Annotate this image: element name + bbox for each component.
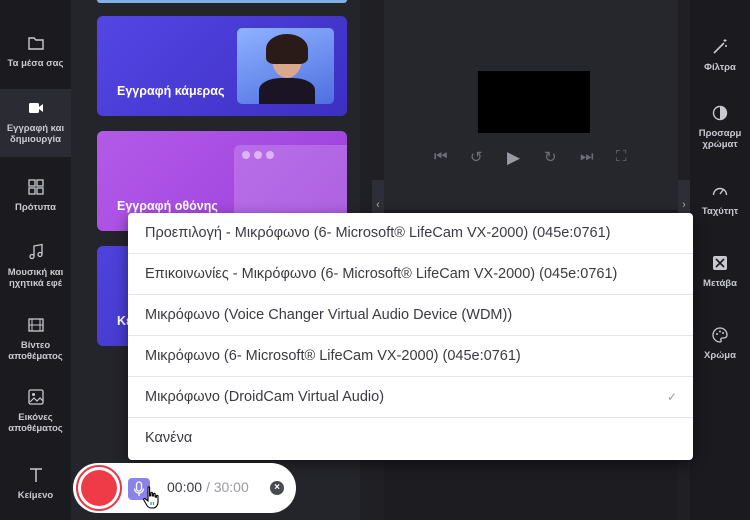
close-icon[interactable]: × (270, 481, 284, 495)
palette-icon (712, 327, 728, 343)
microphone-select-menu: Προεπιλογή - Μικρόφωνο (6- Microsoft® Li… (128, 213, 693, 460)
right-sidebar: Φίλτρα Προσαρμ χρώματ Ταχύτητ Μετάβα Χρώ… (690, 0, 750, 520)
checkmark-icon: ✓ (666, 390, 677, 404)
sidebar-item-label: Μουσική και ηχητικά εφέ (7, 267, 64, 289)
rewind-5-icon[interactable]: ↺ (470, 148, 483, 166)
camera-recording-label: Εγγραφή κάμερας (117, 84, 225, 98)
record-button[interactable] (76, 465, 122, 511)
playback-controls: ⏮ ↺ ▶ ↻ ⏭ ⛶ (434, 148, 634, 168)
sidebar-item-record-create[interactable]: Εγγραφή και δημιουργία (0, 89, 71, 157)
mic-option-label: Επικοινωνίες - Μικρόφωνο (6- Microsoft® … (145, 266, 618, 282)
camera-icon (28, 103, 43, 113)
sidebar-item-your-media[interactable]: Τα μέσα σας (0, 34, 71, 69)
sidebar-item-label: Πρότυπα (15, 202, 56, 213)
mic-option-label: Κανένα (145, 430, 193, 446)
mic-option-label: Μικρόφωνο (DroidCam Virtual Audio) (145, 389, 385, 405)
sidebar-item-label: Εικόνες αποθέματος (8, 412, 63, 434)
forward-5-icon[interactable]: ↻ (544, 148, 557, 166)
right-item-label: Προσαρμ χρώματ (698, 128, 742, 150)
left-sidebar: Τα μέσα σας Εγγραφή και δημιουργία Πρότυ… (0, 0, 71, 520)
mic-option-label: Μικρόφωνο (6- Microsoft® LifeCam VX-2000… (145, 348, 521, 364)
right-item-color-adjust[interactable]: Προσαρμ χρώματ (690, 104, 750, 150)
film-icon (27, 318, 44, 332)
sidebar-item-label: Βίντεο αποθέματος (8, 340, 63, 362)
mic-option[interactable]: Προεπιλογή - Μικρόφωνο (6- Microsoft® Li… (128, 213, 693, 254)
sidebar-item-label: Κείμενο (17, 490, 54, 501)
previous-card-edge (97, 0, 347, 3)
music-icon (28, 243, 43, 260)
mic-option[interactable]: Μικρόφωνο (Voice Changer Virtual Audio D… (128, 295, 693, 336)
contrast-icon (712, 105, 728, 121)
sidebar-item-label: Τα μέσα σας (7, 58, 64, 69)
play-icon[interactable]: ▶ (507, 148, 520, 168)
right-item-label: Μετάβα (703, 278, 737, 289)
preview-video (478, 71, 590, 133)
screen-recording-label: Εγγραφή οθόνης (117, 199, 218, 213)
right-item-filters[interactable]: Φίλτρα (690, 38, 750, 73)
fullscreen-icon[interactable]: ⛶ (616, 148, 627, 165)
sidebar-item-music[interactable]: Μουσική και ηχητικά εφέ (0, 243, 71, 289)
recording-timer: 00:00 / 30:00 (167, 479, 249, 495)
mic-option-none[interactable]: Κανένα (128, 418, 693, 459)
sidebar-item-templates[interactable]: Πρότυπα (0, 178, 71, 213)
sidebar-item-text[interactable]: Κείμενο (0, 466, 71, 501)
mic-option[interactable]: Επικοινωνίες - Μικρόφωνο (6- Microsoft® … (128, 254, 693, 295)
mic-option-label: Μικρόφωνο (Voice Changer Virtual Audio D… (145, 307, 513, 323)
transition-icon (713, 256, 727, 270)
hand-cursor-icon (143, 486, 159, 509)
image-icon (27, 389, 44, 405)
skip-to-end-icon[interactable]: ⏭ (580, 148, 594, 165)
sidebar-item-stock-video[interactable]: Βίντεο αποθέματος (0, 316, 71, 362)
right-item-label: Χρώμα (704, 350, 736, 361)
camera-preview-thumbnail (237, 28, 334, 104)
right-item-transitions[interactable]: Μετάβα (690, 254, 750, 289)
time-limit: 30:00 (213, 479, 249, 495)
templates-icon (27, 179, 44, 195)
elapsed-time: 00:00 (167, 479, 203, 495)
mic-option[interactable]: Μικρόφωνο (6- Microsoft® LifeCam VX-2000… (128, 336, 693, 377)
speedometer-icon (712, 187, 728, 196)
record-dot-icon (81, 470, 117, 506)
sidebar-item-stock-images[interactable]: Εικόνες αποθέματος (0, 388, 71, 434)
folder-icon (27, 37, 44, 50)
right-item-color[interactable]: Χρώμα (690, 326, 750, 361)
sidebar-item-label: Εγγραφή και δημιουργία (6, 123, 65, 145)
right-item-label: Φίλτρα (704, 62, 736, 73)
mic-option-label: Προεπιλογή - Μικρόφωνο (6- Microsoft® Li… (145, 225, 611, 241)
magic-wand-icon (713, 39, 727, 54)
right-item-speed[interactable]: Ταχύτητ (690, 182, 750, 217)
mic-option-selected[interactable]: Μικρόφωνο (DroidCam Virtual Audio) ✓ (128, 377, 693, 418)
right-item-label: Ταχύτητ (701, 206, 739, 217)
camera-recording-card[interactable]: Εγγραφή κάμερας (97, 16, 347, 116)
skip-to-start-icon[interactable]: ⏮ (434, 148, 448, 165)
time-separator: / (205, 479, 210, 495)
recording-toolbar: 00:00 / 30:00 × (73, 463, 296, 513)
text-icon (29, 468, 42, 482)
